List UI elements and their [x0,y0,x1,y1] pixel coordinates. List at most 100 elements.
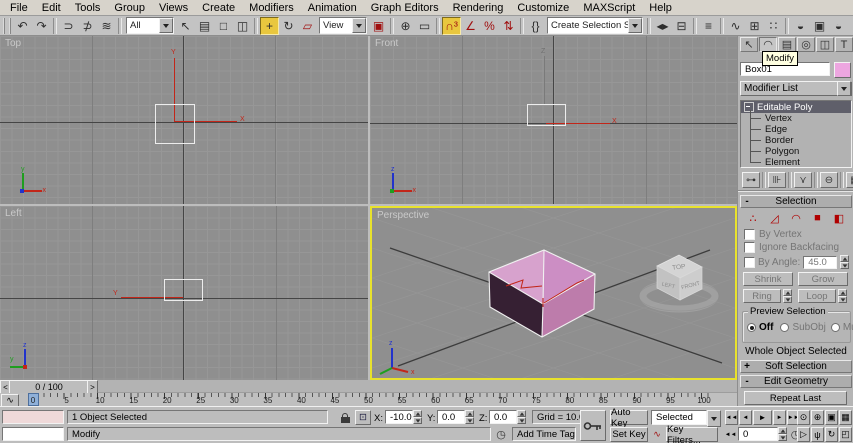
selection-lock-toggle[interactable] [338,411,352,425]
curve-editor-icon[interactable]: ∿ [726,17,745,35]
menu-views[interactable]: Views [152,1,195,15]
go-to-start-button[interactable]: ◄◄ [725,410,738,425]
stack-item-vertex[interactable]: Vertex [741,113,851,124]
frame-spinner[interactable] [778,427,787,441]
menu-rendering[interactable]: Rendering [446,1,511,15]
remove-modifier-icon[interactable]: ⊖ [820,172,838,188]
reference-coordinate-system-dropdown-arrow[interactable] [352,18,366,33]
selected-object-wireframe[interactable] [155,104,195,144]
modifier-list-arrow[interactable] [837,81,851,96]
reference-coordinate-system-dropdown[interactable]: View [319,17,367,34]
selection-filter-dropdown[interactable]: All [126,17,174,34]
menu-graph-editors[interactable]: Graph Editors [364,1,446,15]
viewport-label[interactable]: Left [5,208,22,219]
element-mode-icon[interactable]: ◧ [832,211,846,225]
next-frame-button[interactable]: ► [773,410,786,425]
window-crossing-icon[interactable]: ◫ [233,17,252,35]
polygon-mode-icon[interactable]: ■ [811,211,825,225]
track-bar[interactable]: ∿ 0 5 10 15 20 25 30 35 40 45 50 55 60 65 70 75 80 85 90 95… [0,393,737,407]
menu-customize[interactable]: Customize [510,1,576,15]
selection-filter-dropdown-arrow[interactable] [159,18,173,33]
time-slider[interactable]: < 0 / 100 > [0,380,737,394]
absolute-offset-mode-toggle[interactable]: ⊡ [355,410,371,425]
edge-mode-icon[interactable]: ◿ [768,211,782,225]
menu-edit[interactable]: Edit [35,1,68,15]
mirror-icon[interactable]: ◂▸ [653,17,672,35]
arc-rotate-icon[interactable]: ↻ [825,427,838,442]
show-end-result-icon[interactable]: ⊪ [768,172,786,188]
tab-utilities[interactable]: T [835,37,853,52]
viewport-front[interactable]: Z X z x Front [370,36,737,204]
field-of-view-icon[interactable]: ▷ [797,427,810,442]
checkbox[interactable] [744,256,755,268]
tab-motion[interactable]: ◎ [797,37,815,52]
modifier-list-dropdown[interactable]: Modifier List [740,81,852,96]
keyboard-shortcut-override-icon[interactable]: ▭ [415,17,434,35]
viewport-left[interactable]: Y z y Left [0,206,368,380]
schematic-view-icon[interactable]: ⊞ [745,17,764,35]
select-and-manipulate-icon[interactable]: ⊕ [396,17,415,35]
soft-selection-rollout-header[interactable]: + Soft Selection [740,360,852,373]
expand-icon[interactable]: + [741,361,753,372]
menu-file[interactable]: File [3,1,35,15]
shrink-button[interactable]: Shrink [743,272,793,286]
tab-display[interactable]: ◫ [816,37,834,52]
z-spinner[interactable] [517,410,526,424]
grow-button[interactable]: Grow [798,272,848,286]
modifier-stack[interactable]: Editable Poly Vertex Edge Border Polygon Ele… [740,100,852,168]
set-keys-button[interactable] [580,410,606,441]
ring-button[interactable]: Ring [743,289,781,303]
stack-item-element[interactable]: Element [741,157,851,168]
object-color-swatch[interactable] [834,62,851,78]
y-coord-field[interactable]: 0.0 [437,410,465,424]
ignore-backfacing-checkbox[interactable]: Ignore Backfacing [744,242,839,253]
menu-group[interactable]: Group [107,1,152,15]
vertex-mode-icon[interactable]: ∴ [746,211,760,225]
zoom-extents-icon[interactable]: ▣ [825,410,838,425]
material-editor-icon[interactable]: ∷ [764,17,783,35]
collapse-icon[interactable]: - [741,376,753,387]
preview-multi-radio[interactable] [830,323,840,332]
current-frame-field[interactable]: 0 [738,427,778,441]
set-key-mode-icon[interactable]: ∿ [651,428,663,441]
viewport-label[interactable]: Perspective [377,210,429,221]
redo-icon[interactable]: ↷ [32,17,51,35]
bind-to-space-warp-icon[interactable]: ≋ [97,17,116,35]
move-gizmo-z-axis[interactable] [544,56,545,104]
named-selection-set-field-arrow[interactable] [628,18,642,33]
set-key-button[interactable]: Set Key [610,427,648,442]
rendered-frame-window-icon[interactable]: ▣ [810,17,829,35]
layer-manager-icon[interactable]: ≡ [699,17,718,35]
select-and-link-icon[interactable]: ⊃ [59,17,78,35]
tab-hierarchy[interactable]: ▤ [778,37,796,52]
select-and-rotate-icon[interactable]: ↻ [279,17,298,35]
make-unique-icon[interactable]: ⋎ [794,172,812,188]
menu-modifiers[interactable]: Modifiers [242,1,301,15]
undo-icon[interactable]: ↶ [13,17,32,35]
x-coord-field[interactable]: -10.0 [385,410,413,424]
stack-item-edge[interactable]: Edge [741,124,851,135]
preview-off-radio[interactable] [747,323,756,332]
checkbox[interactable] [744,229,755,240]
maxscript-mini-listener-pink[interactable] [2,410,64,424]
render-setup-icon[interactable]: ◒ [791,17,810,35]
selection-rollout-header[interactable]: - Selection [740,195,852,208]
align-icon[interactable]: ⊟ [672,17,691,35]
menu-help[interactable]: Help [642,1,679,15]
zoom-extents-all-icon[interactable]: ▦ [839,410,852,425]
select-object-icon[interactable]: ↖ [176,17,195,35]
tab-create[interactable]: ↖ [740,37,758,52]
stack-item-polygon[interactable]: Polygon [741,146,851,157]
pin-stack-icon[interactable]: ⊶ [742,172,760,188]
maxscript-mini-listener-white[interactable] [2,427,64,441]
viewport-label[interactable]: Top [5,38,21,49]
configure-modifier-sets-icon[interactable]: ▦ [846,172,853,188]
loop-button[interactable]: Loop [798,289,836,303]
collapse-icon[interactable] [744,102,754,112]
collapse-icon[interactable]: - [741,196,753,207]
select-by-name-icon[interactable]: ▤ [195,17,214,35]
selected-object-wireframe[interactable] [527,104,566,126]
zoom-icon[interactable]: ⊙ [797,410,810,425]
snap-toggle-3d-icon[interactable]: ∩³ [442,16,461,35]
border-mode-icon[interactable]: ◠ [789,211,803,225]
